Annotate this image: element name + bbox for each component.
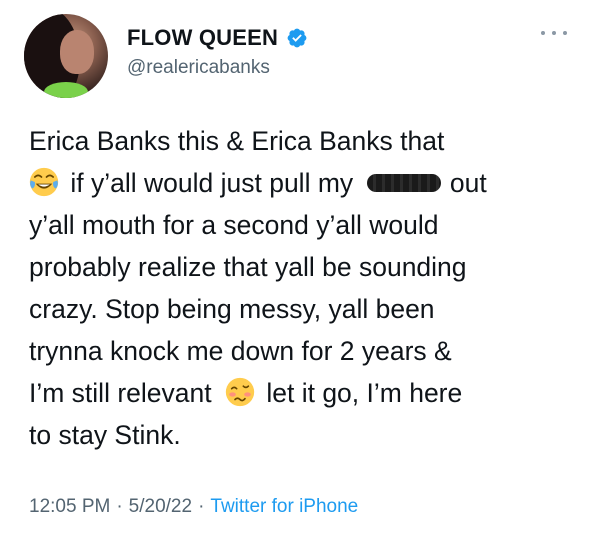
tweet-line-text: Erica Banks this & Erica Banks that [29, 126, 445, 156]
more-options-icon[interactable] [541, 26, 567, 40]
author-display-name[interactable]: FLOW QUEEN [127, 25, 278, 51]
tweet-line-text: to stay Stink. [29, 420, 181, 450]
avatar-face [60, 30, 94, 74]
tweet-line: y’all mouth for a second y’all would [29, 204, 574, 246]
tweet-card: FLOW QUEEN @realericabanks Erica Banks t… [0, 0, 595, 541]
face-with-tears-of-joy-icon [29, 167, 59, 197]
avatar[interactable] [24, 14, 108, 98]
woozy-face-icon [225, 377, 255, 407]
dot [552, 31, 556, 35]
verified-badge-icon [287, 28, 307, 48]
tweet-date[interactable]: 5/20/22 [129, 496, 192, 517]
tweet-line: probably realize that yall be sounding [29, 246, 574, 288]
tweet-line: if y’all would just pull my out [29, 162, 574, 204]
tweet-line: crazy. Stop being messy, yall been [29, 288, 574, 330]
tweet-line-text: if y’all would just pull my [70, 168, 354, 198]
tweet-line: Erica Banks this & Erica Banks that [29, 120, 574, 162]
tweet-line-text: I’m still relevant [29, 378, 212, 408]
tweet-line-text: probably realize that yall be sounding [29, 252, 467, 282]
avatar-clothing [44, 82, 88, 98]
tweet-source-link[interactable]: Twitter for iPhone [210, 496, 358, 517]
separator: · [116, 496, 123, 517]
tweet-line-text: trynna knock me down for 2 years & [29, 336, 452, 366]
dot [541, 31, 545, 35]
separator: · [198, 496, 205, 517]
tweet-line-text: let it go, I’m here [266, 378, 463, 408]
author-handle[interactable]: @realericabanks [127, 57, 270, 79]
tweet-line-text: y’all mouth for a second y’all would [29, 210, 439, 240]
author-header[interactable]: FLOW QUEEN [127, 25, 308, 51]
tweet-metadata: 12:05 PM · 5/20/22 · Twitter for iPhone [29, 496, 358, 518]
censored-word [366, 174, 441, 192]
tweet-time[interactable]: 12:05 PM [29, 496, 110, 517]
tweet-text: Erica Banks this & Erica Banks that if y… [29, 120, 574, 456]
tweet-line-text: out [449, 168, 487, 198]
tweet-line: to stay Stink. [29, 414, 574, 456]
tweet-line-text: crazy. Stop being messy, yall been [29, 294, 435, 324]
tweet-line: trynna knock me down for 2 years & [29, 330, 574, 372]
tweet-line: I’m still relevant let it go, I’m here [29, 372, 574, 414]
dot [563, 31, 567, 35]
